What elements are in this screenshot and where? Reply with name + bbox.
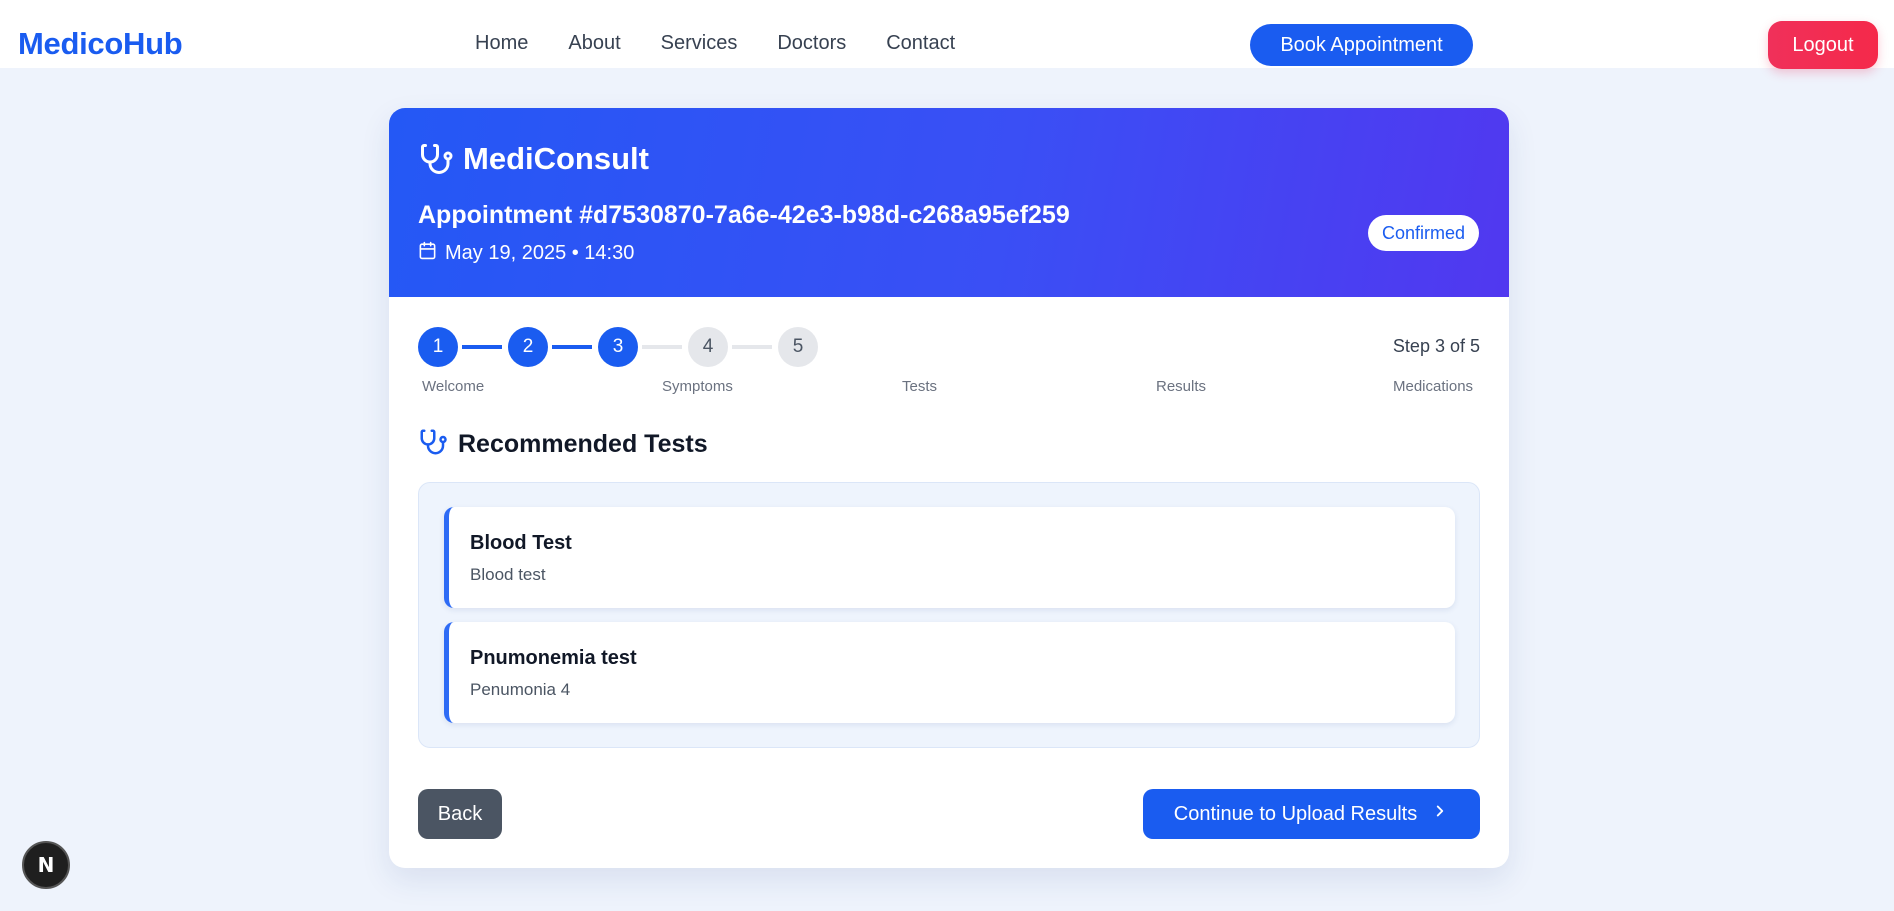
nav-link-home[interactable]: Home [475,32,528,55]
step-5: 5 [778,327,818,367]
section-header: Recommended Tests [418,427,708,462]
step-counter: Step 3 of 5 [1392,336,1480,356]
recommended-tests-list: Blood Test Blood test Pnumonemia test Pe… [418,482,1480,748]
calendar-icon [418,241,437,266]
step-1: 1 [418,327,458,367]
section-title: Recommended Tests [458,430,708,458]
appointment-title: Appointment #d7530870-7a6e-42e3-b98d-c26… [418,201,1070,229]
book-appointment-button[interactable]: Book Appointment [1250,24,1473,66]
step-connector [462,345,502,349]
status-badge: Confirmed [1368,215,1479,251]
nav-link-doctors[interactable]: Doctors [777,32,846,55]
test-description: Penumonia 4 [470,680,571,699]
nav-links: Home About Services Doctors Contact [475,32,995,55]
test-name: Blood Test [470,532,572,554]
top-navbar: MedicoHub Home About Services Doctors Co… [0,0,1894,69]
step-2: 2 [508,327,548,367]
logout-button[interactable]: Logout [1768,21,1878,69]
step-connector [552,345,592,349]
step-connector [642,345,682,349]
test-item: Blood Test Blood test [444,507,1455,608]
continue-button-label: Continue to Upload Results [1173,802,1418,825]
app-name: MediConsult [463,141,649,176]
step-3: 3 [598,327,638,367]
step-label-results: Results [1156,378,1207,395]
nav-link-about[interactable]: About [568,32,620,55]
step-4: 4 [688,327,728,367]
appointment-datetime: May 19, 2025 • 14:30 [418,241,634,266]
chevron-right-icon [1431,802,1449,826]
test-item: Pnumonemia test Penumonia 4 [444,622,1455,723]
step-label-symptoms: Symptoms [662,378,733,395]
step-label-welcome: Welcome [422,378,485,395]
brand-logo[interactable]: MedicoHub [18,26,183,62]
continue-button[interactable]: Continue to Upload Results [1143,789,1480,839]
nav-link-contact[interactable]: Contact [886,32,955,55]
card-header: MediConsult Appointment #d7530870-7a6e-4… [389,108,1509,297]
back-button[interactable]: Back [418,789,502,839]
progress-stepper: 1 2 3 4 5 Step 3 of 5 Welcome Symptoms T… [418,327,1480,407]
stethoscope-icon [418,427,448,462]
step-label-tests: Tests [902,378,938,395]
nav-link-services[interactable]: Services [661,32,738,55]
test-name: Pnumonemia test [470,647,637,669]
stethoscope-icon [418,141,454,182]
step-connector [732,345,772,349]
appointment-datetime-text: May 19, 2025 • 14:30 [445,242,635,264]
test-description: Blood test [470,565,546,584]
appointment-card: MediConsult Appointment #d7530870-7a6e-4… [389,108,1509,868]
step-label-medications: Medications [1393,378,1474,395]
dev-tools-badge[interactable]: N [22,841,70,889]
